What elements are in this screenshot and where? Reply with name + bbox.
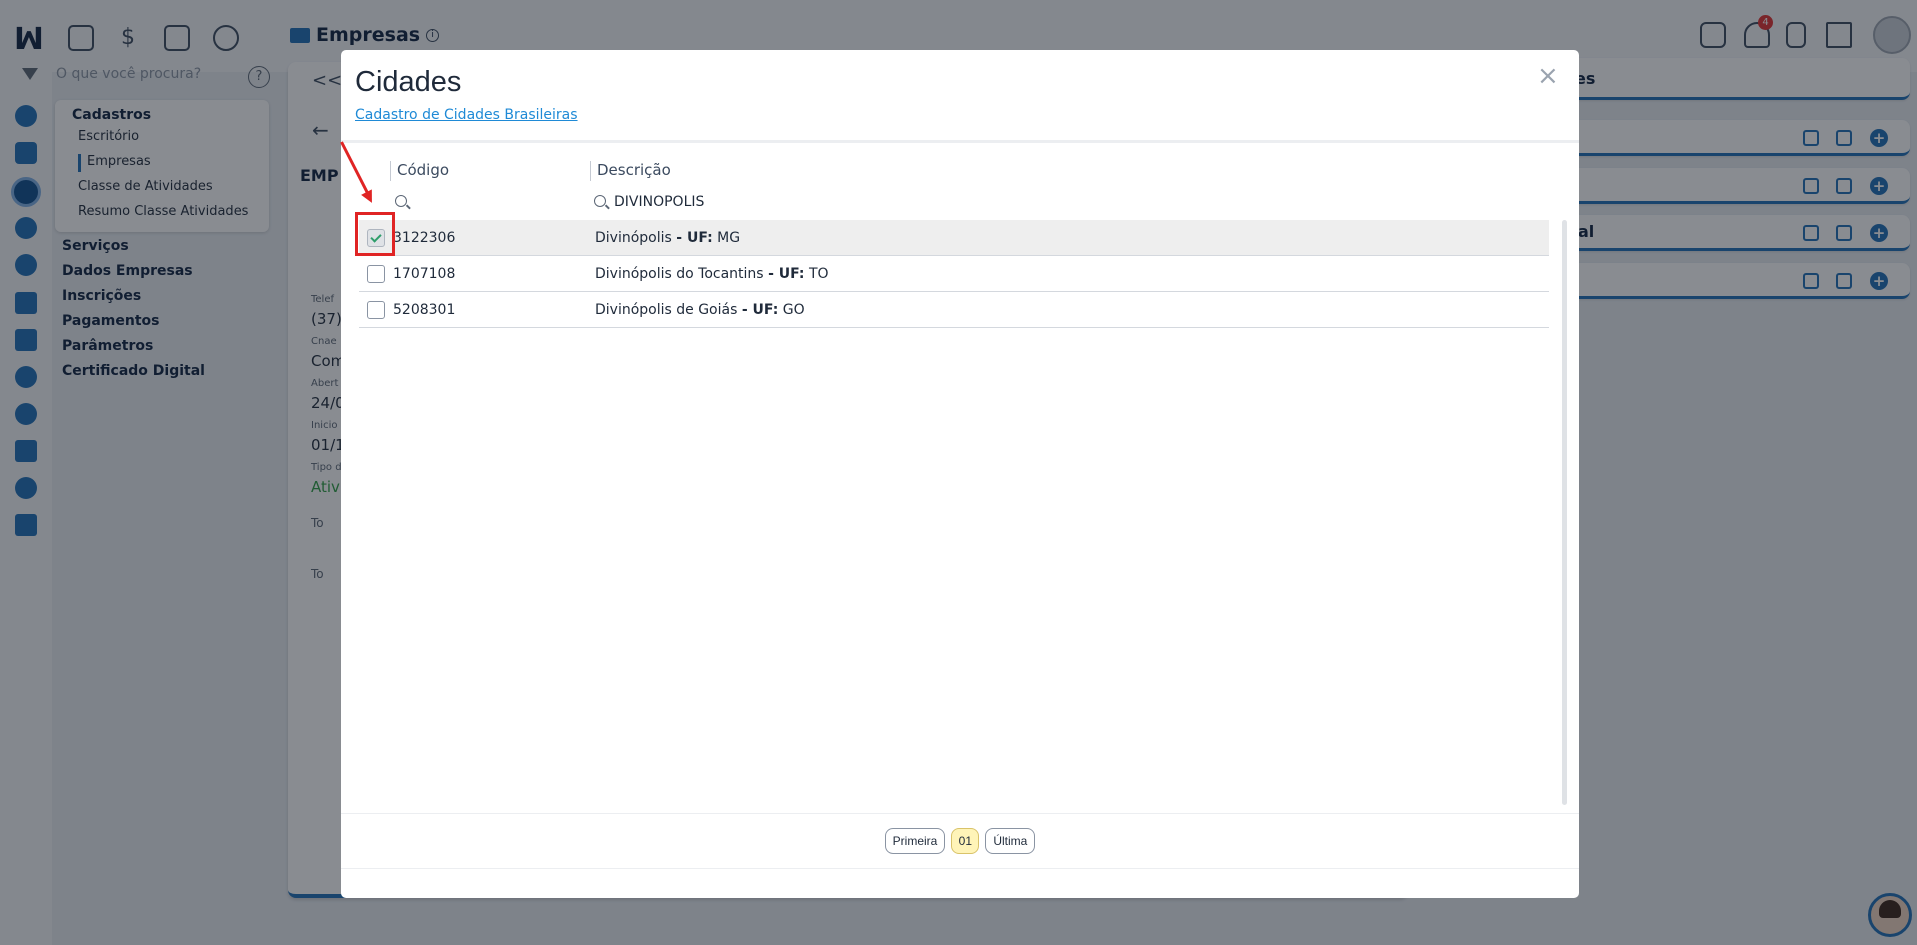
divider bbox=[341, 868, 1579, 869]
current-page-button[interactable]: 01 bbox=[951, 828, 980, 854]
row-checkbox[interactable] bbox=[367, 300, 385, 319]
pagination: Primeira 01 Última bbox=[341, 828, 1579, 854]
divider bbox=[341, 140, 1579, 143]
annotation-highlight-box bbox=[355, 212, 395, 256]
city-description: Divinópolis do Tocantins - UF: TO bbox=[595, 265, 829, 282]
last-page-button[interactable]: Última bbox=[985, 828, 1036, 854]
modal-title: Cidades bbox=[355, 66, 462, 98]
city-code: 5208301 bbox=[393, 301, 456, 318]
first-page-button[interactable]: Primeira bbox=[884, 828, 946, 854]
description-filter-input[interactable]: DIVINOPOLIS bbox=[614, 194, 704, 210]
modal-subtitle-link[interactable]: Cadastro de Cidades Brasileiras bbox=[355, 107, 578, 123]
search-icon bbox=[395, 195, 407, 207]
scrollbar[interactable] bbox=[1562, 220, 1567, 805]
search-icon bbox=[594, 195, 606, 207]
column-header-description[interactable]: Descrição bbox=[590, 161, 671, 181]
table-row[interactable]: 1707108 Divinópolis do Tocantins - UF: T… bbox=[359, 256, 1549, 292]
close-icon[interactable]: × bbox=[1537, 61, 1559, 91]
column-header-code[interactable]: Código bbox=[390, 161, 449, 181]
table-row[interactable]: 5208301 Divinópolis de Goiás - UF: GO bbox=[359, 292, 1549, 328]
table-row[interactable]: 3122306 Divinópolis - UF: MG bbox=[359, 220, 1549, 256]
row-checkbox[interactable] bbox=[367, 264, 385, 283]
city-description: Divinópolis - UF: MG bbox=[595, 229, 741, 246]
cidades-modal: Cidades Cadastro de Cidades Brasileiras … bbox=[341, 50, 1579, 898]
city-description: Divinópolis de Goiás - UF: GO bbox=[595, 301, 805, 318]
city-code: 3122306 bbox=[393, 229, 456, 246]
cities-table: 3122306 Divinópolis - UF: MG 1707108 Div… bbox=[359, 220, 1549, 328]
city-code: 1707108 bbox=[393, 265, 456, 282]
divider bbox=[341, 813, 1579, 814]
